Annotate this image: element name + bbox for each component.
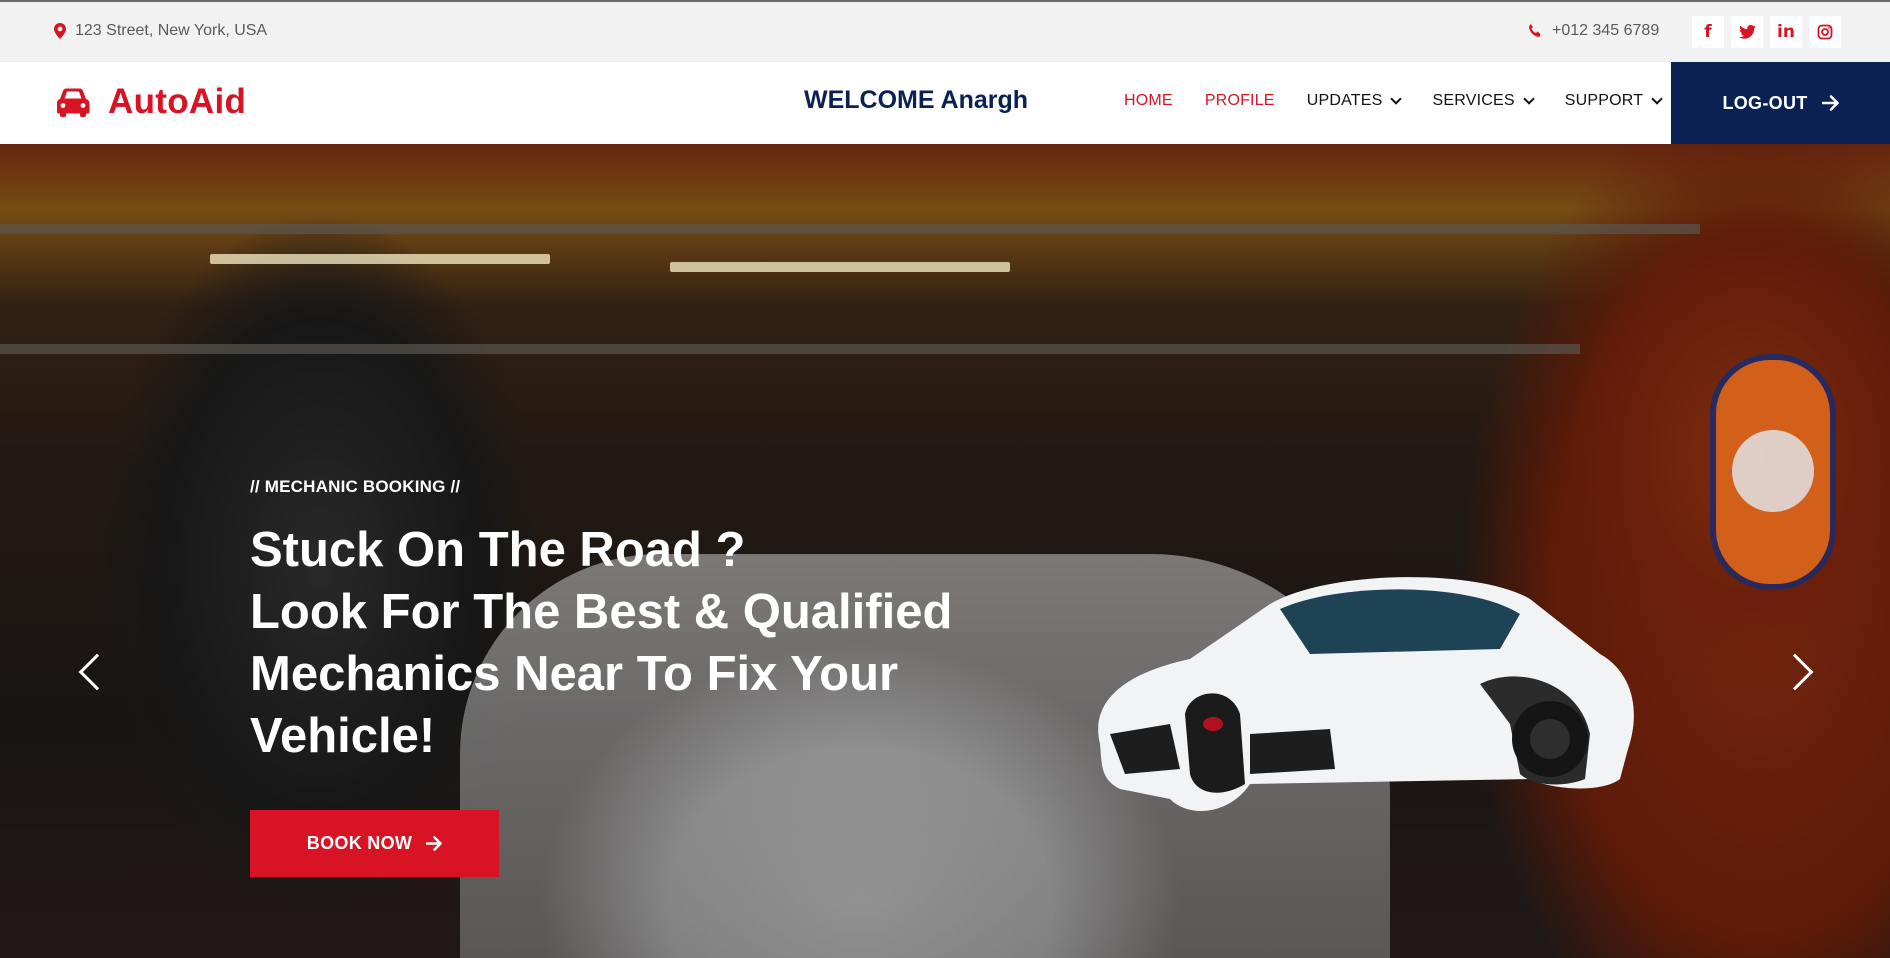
- book-now-button[interactable]: BOOK NOW: [250, 810, 499, 877]
- arrow-right-icon: [1821, 95, 1839, 111]
- welcome-message: WELCOME Anargh: [804, 86, 1029, 114]
- logout-button[interactable]: LOG-OUT: [1671, 62, 1890, 144]
- address: 123 Street, New York, USA: [54, 22, 267, 40]
- map-marker-icon: [54, 23, 66, 39]
- arrow-right-icon: [426, 836, 442, 851]
- linkedin-icon[interactable]: in: [1770, 16, 1802, 48]
- facebook-icon[interactable]: f: [1692, 16, 1724, 48]
- hero-title-line: Stuck On The Road ?: [250, 523, 746, 577]
- brand-logo[interactable]: AutoAid: [54, 82, 246, 122]
- logout-label: LOG-OUT: [1722, 92, 1808, 113]
- ceiling-light: [670, 262, 1010, 272]
- hero-title-line: Look For The Best & Qualified: [250, 585, 953, 639]
- nav-support-label: SUPPORT: [1564, 92, 1644, 109]
- address-text: 123 Street, New York, USA: [75, 22, 268, 39]
- white-supercar-image: [1098, 577, 1634, 811]
- phone-text: +012 345 6789: [1552, 22, 1660, 39]
- hero-title-line: Mechanics Near To Fix Your: [250, 647, 899, 701]
- nav-menu: HOME PROFILE UPDATES SERVICES SUPPORT: [1124, 92, 1693, 110]
- chevron-down-icon: [1523, 93, 1535, 105]
- garage-truss: [0, 344, 1580, 354]
- nav-home-label: HOME: [1124, 92, 1173, 109]
- hero-carousel: // MECHANIC BOOKING // Stuck On The Road…: [0, 144, 1890, 958]
- nav-updates-label: UPDATES: [1306, 92, 1383, 109]
- hero-title-line: Vehicle!: [250, 709, 436, 763]
- brand-name: AutoAid: [108, 82, 247, 121]
- carousel-next-arrow[interactable]: [1776, 653, 1814, 691]
- car-icon: [57, 88, 90, 117]
- nav-services[interactable]: SERVICES: [1432, 92, 1535, 110]
- ceiling-light: [210, 254, 550, 264]
- instagram-glyph-icon: [1817, 24, 1833, 40]
- gulf-logo-banner: [1710, 354, 1836, 590]
- nav-profile[interactable]: PROFILE: [1205, 92, 1275, 110]
- nav-services-label: SERVICES: [1432, 92, 1515, 109]
- hero-tagline: // MECHANIC BOOKING //: [250, 477, 461, 496]
- nav-profile-label: PROFILE: [1204, 92, 1275, 109]
- top-bar: 123 Street, New York, USA +012 345 6789 …: [0, 0, 1890, 62]
- garage-truss: [0, 224, 1700, 234]
- twitter-bird-icon: [1738, 25, 1756, 39]
- nav-updates[interactable]: UPDATES: [1306, 92, 1403, 110]
- instagram-icon[interactable]: [1809, 16, 1841, 48]
- social-links: f in: [1692, 16, 1841, 48]
- book-now-label: BOOK NOW: [306, 833, 413, 853]
- carousel-prev-arrow[interactable]: [78, 653, 116, 691]
- nav-support[interactable]: SUPPORT: [1564, 92, 1663, 110]
- twitter-icon[interactable]: [1731, 16, 1763, 48]
- chevron-down-icon: [1651, 93, 1663, 105]
- main-navbar: AutoAid WELCOME Anargh HOME PROFILE UPDA…: [0, 62, 1890, 144]
- nav-home[interactable]: HOME: [1124, 92, 1173, 110]
- phone: +012 345 6789: [1527, 22, 1659, 40]
- phone-icon: [1529, 24, 1541, 37]
- hero-title: Stuck On The Road ? Look For The Best & …: [250, 519, 1010, 767]
- chevron-down-icon: [1390, 93, 1403, 105]
